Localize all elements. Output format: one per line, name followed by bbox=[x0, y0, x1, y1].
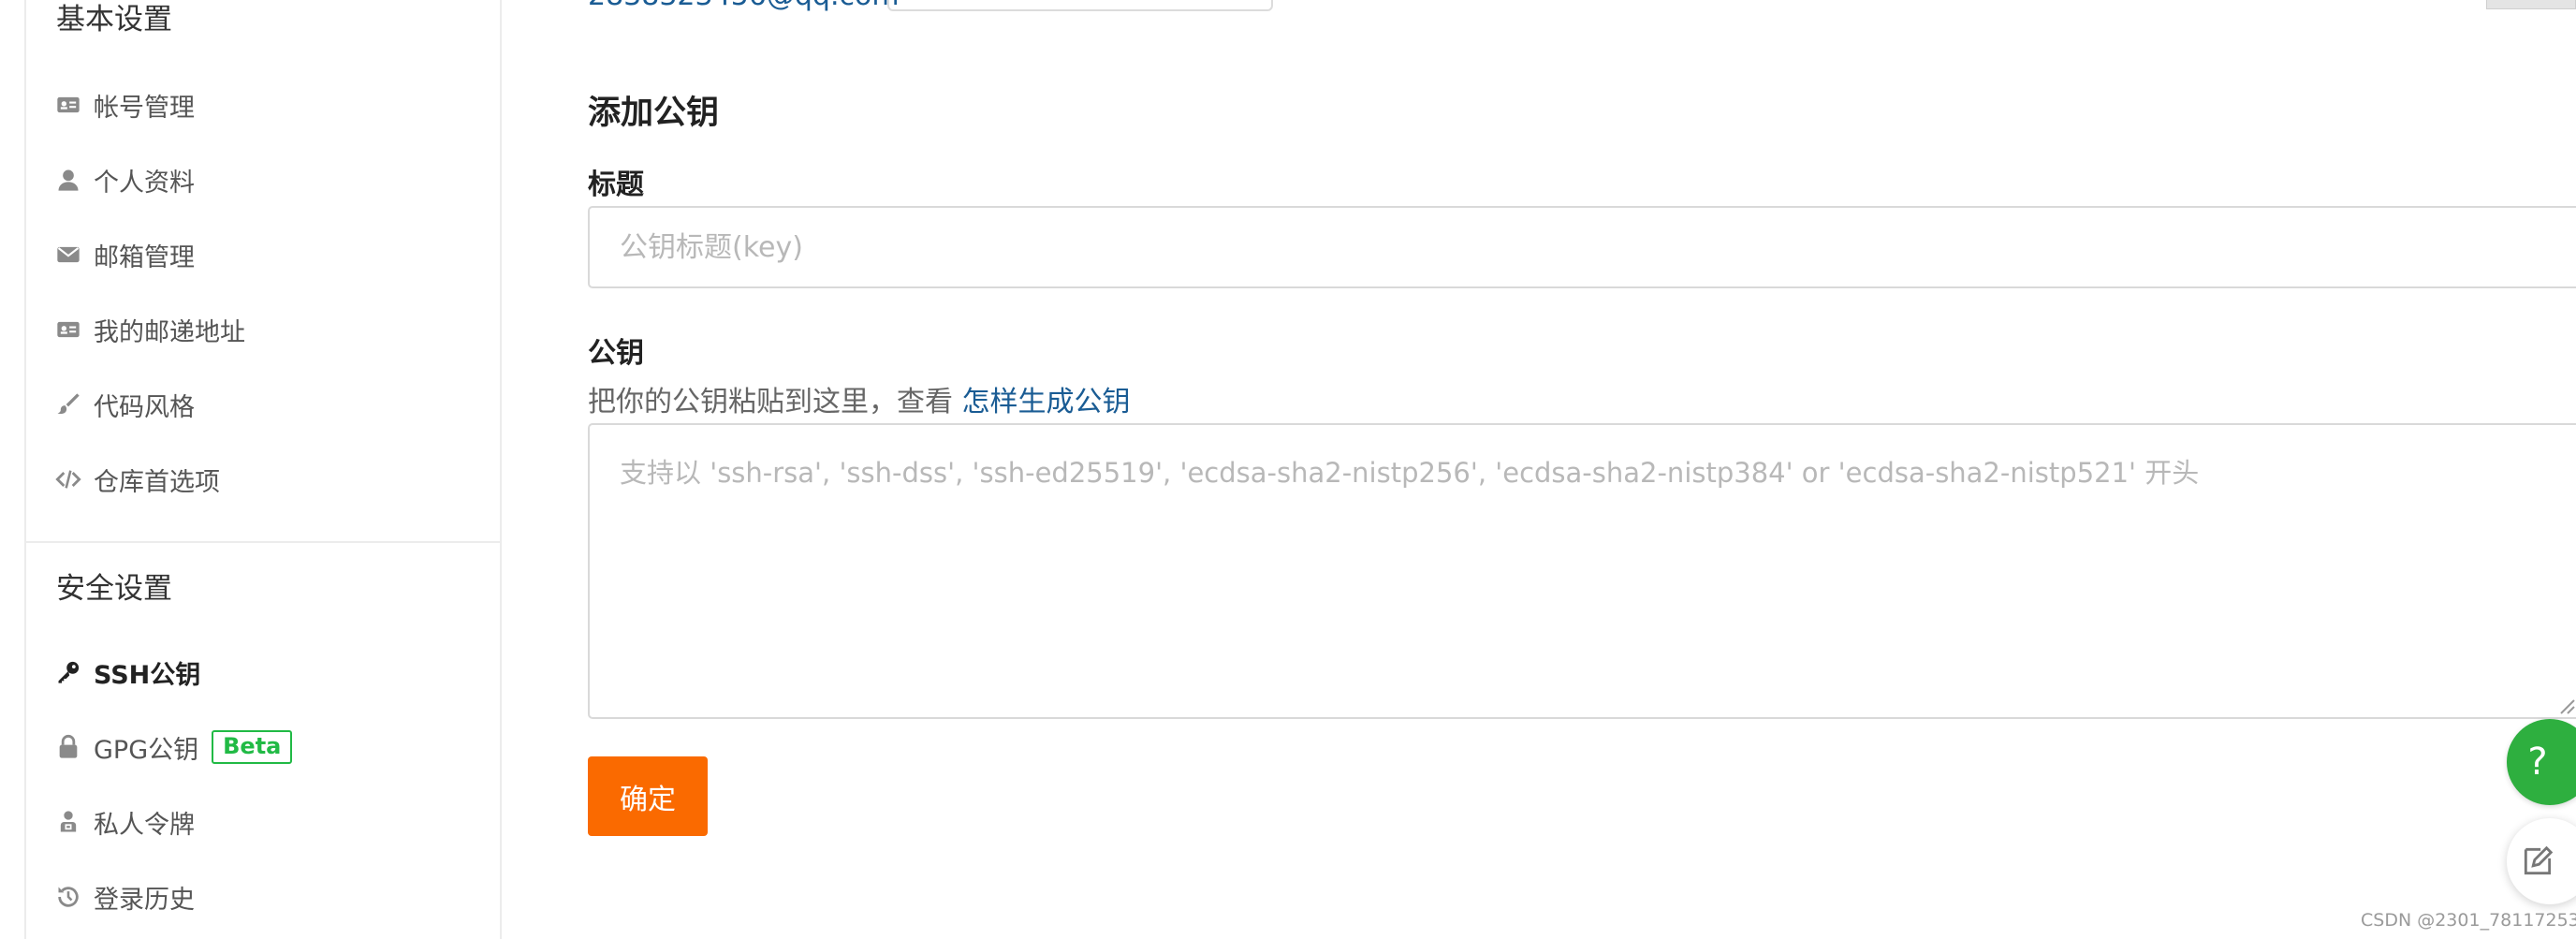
id-card-icon bbox=[54, 91, 82, 119]
sidebar-item-label: 帐号管理 bbox=[94, 93, 195, 123]
help-icon: ? bbox=[2527, 741, 2548, 784]
sidebar-item-label: GPG公钥 bbox=[94, 735, 199, 765]
sidebar-item-label: 代码风格 bbox=[94, 392, 195, 422]
public-key-textarea[interactable] bbox=[588, 423, 2576, 719]
history-icon bbox=[54, 883, 82, 911]
sidebar-item-label: 仓库首选项 bbox=[94, 467, 220, 497]
settings-sidebar: 基本设置 帐号管理 个人资料 邮箱管理 我的邮递地址 代码风格 仓库首选项 安全… bbox=[24, 0, 502, 939]
sidebar-item-ssh-keys[interactable]: SSH公钥 bbox=[54, 650, 485, 695]
sidebar-item-login-history[interactable]: 登录历史 bbox=[54, 874, 485, 919]
sidebar-item-tokens[interactable]: 私人令牌 bbox=[54, 800, 485, 844]
key-label: 公钥 bbox=[588, 337, 644, 370]
address-card-icon bbox=[54, 315, 82, 344]
sidebar-item-repo-prefs[interactable]: 仓库首选项 bbox=[54, 457, 485, 502]
envelope-icon bbox=[54, 241, 82, 269]
edit-icon bbox=[2524, 845, 2554, 875]
sidebar-item-email[interactable]: 邮箱管理 bbox=[54, 232, 485, 277]
submit-button[interactable]: 确定 bbox=[588, 756, 708, 836]
page: 2838323456@qq.com 基本设置 帐号管理 个人资料 邮箱管理 bbox=[0, 0, 2576, 939]
sidebar-item-code-style[interactable]: 代码风格 bbox=[54, 382, 485, 427]
paint-brush-icon bbox=[54, 390, 82, 418]
sidebar-item-account[interactable]: 帐号管理 bbox=[54, 82, 485, 127]
group-title-security: 安全设置 bbox=[56, 572, 172, 606]
sidebar-item-label: 个人资料 bbox=[94, 168, 195, 198]
sidebar-item-label: 登录历史 bbox=[94, 885, 195, 915]
sidebar-item-label: 邮箱管理 bbox=[94, 242, 195, 272]
key-hint-text: 把你的公钥粘贴到这里，查看 bbox=[588, 386, 953, 418]
section-title: 添加公钥 bbox=[588, 95, 720, 132]
sidebar-item-label: 私人令牌 bbox=[94, 810, 195, 840]
sidebar-item-label: 我的邮递地址 bbox=[94, 317, 245, 347]
key-icon bbox=[54, 658, 82, 686]
sidebar-item-address[interactable]: 我的邮递地址 bbox=[54, 307, 485, 352]
csdn-watermark: CSDN @2301_78117253 bbox=[2361, 910, 2576, 931]
token-icon bbox=[54, 808, 82, 836]
resize-grip-icon[interactable] bbox=[2555, 695, 2576, 715]
key-title-input[interactable] bbox=[588, 206, 2576, 288]
sidebar-divider bbox=[26, 541, 500, 543]
code-icon bbox=[54, 465, 82, 493]
group-title-basic: 基本设置 bbox=[56, 3, 172, 37]
user-icon bbox=[54, 166, 82, 194]
key-hint: 把你的公钥粘贴到这里，查看 怎样生成公钥 bbox=[588, 378, 1131, 419]
beta-badge: Beta bbox=[212, 730, 293, 764]
title-label: 标题 bbox=[588, 169, 644, 201]
how-to-generate-key-link[interactable]: 怎样生成公钥 bbox=[962, 386, 1131, 418]
sidebar-item-label: SSH公钥 bbox=[94, 660, 201, 690]
sidebar-item-profile[interactable]: 个人资料 bbox=[54, 157, 485, 202]
lock-icon bbox=[54, 733, 82, 761]
sidebar-item-gpg-keys[interactable]: GPG公钥 Beta bbox=[54, 725, 485, 770]
add-key-form: 添加公钥 标题 公钥 把你的公钥粘贴到这里，查看 怎样生成公钥 确定 bbox=[588, 0, 2576, 939]
